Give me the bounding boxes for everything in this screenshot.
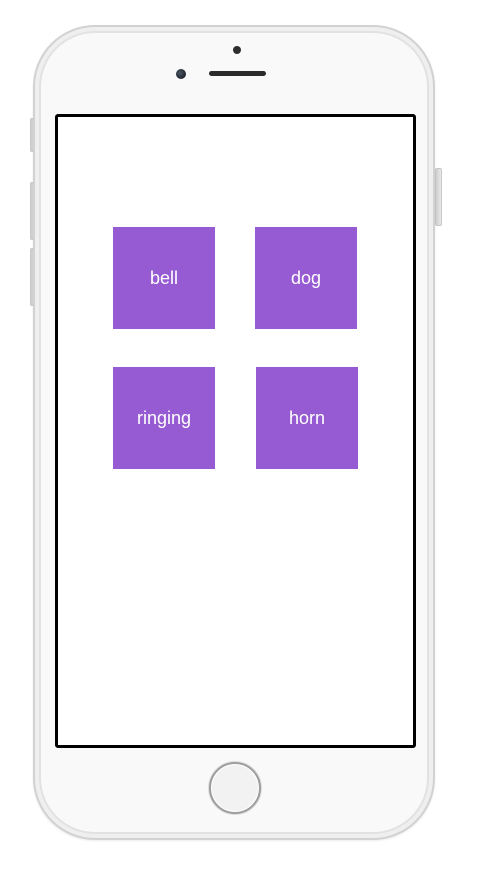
word-tile-horn[interactable]: horn (256, 367, 358, 469)
earpiece-speaker (209, 71, 266, 76)
front-camera-icon (176, 69, 186, 79)
word-tile-ringing[interactable]: ringing (113, 367, 215, 469)
phone-screen: bell dog ringing horn (55, 114, 416, 748)
word-tile-bell[interactable]: bell (113, 227, 215, 329)
power-button[interactable] (435, 168, 442, 226)
phone-frame: bell dog ringing horn (33, 25, 435, 840)
home-button[interactable] (209, 762, 261, 814)
proximity-sensor (233, 46, 241, 54)
word-tile-dog[interactable]: dog (255, 227, 357, 329)
device-stage: bell dog ringing horn (0, 0, 482, 884)
